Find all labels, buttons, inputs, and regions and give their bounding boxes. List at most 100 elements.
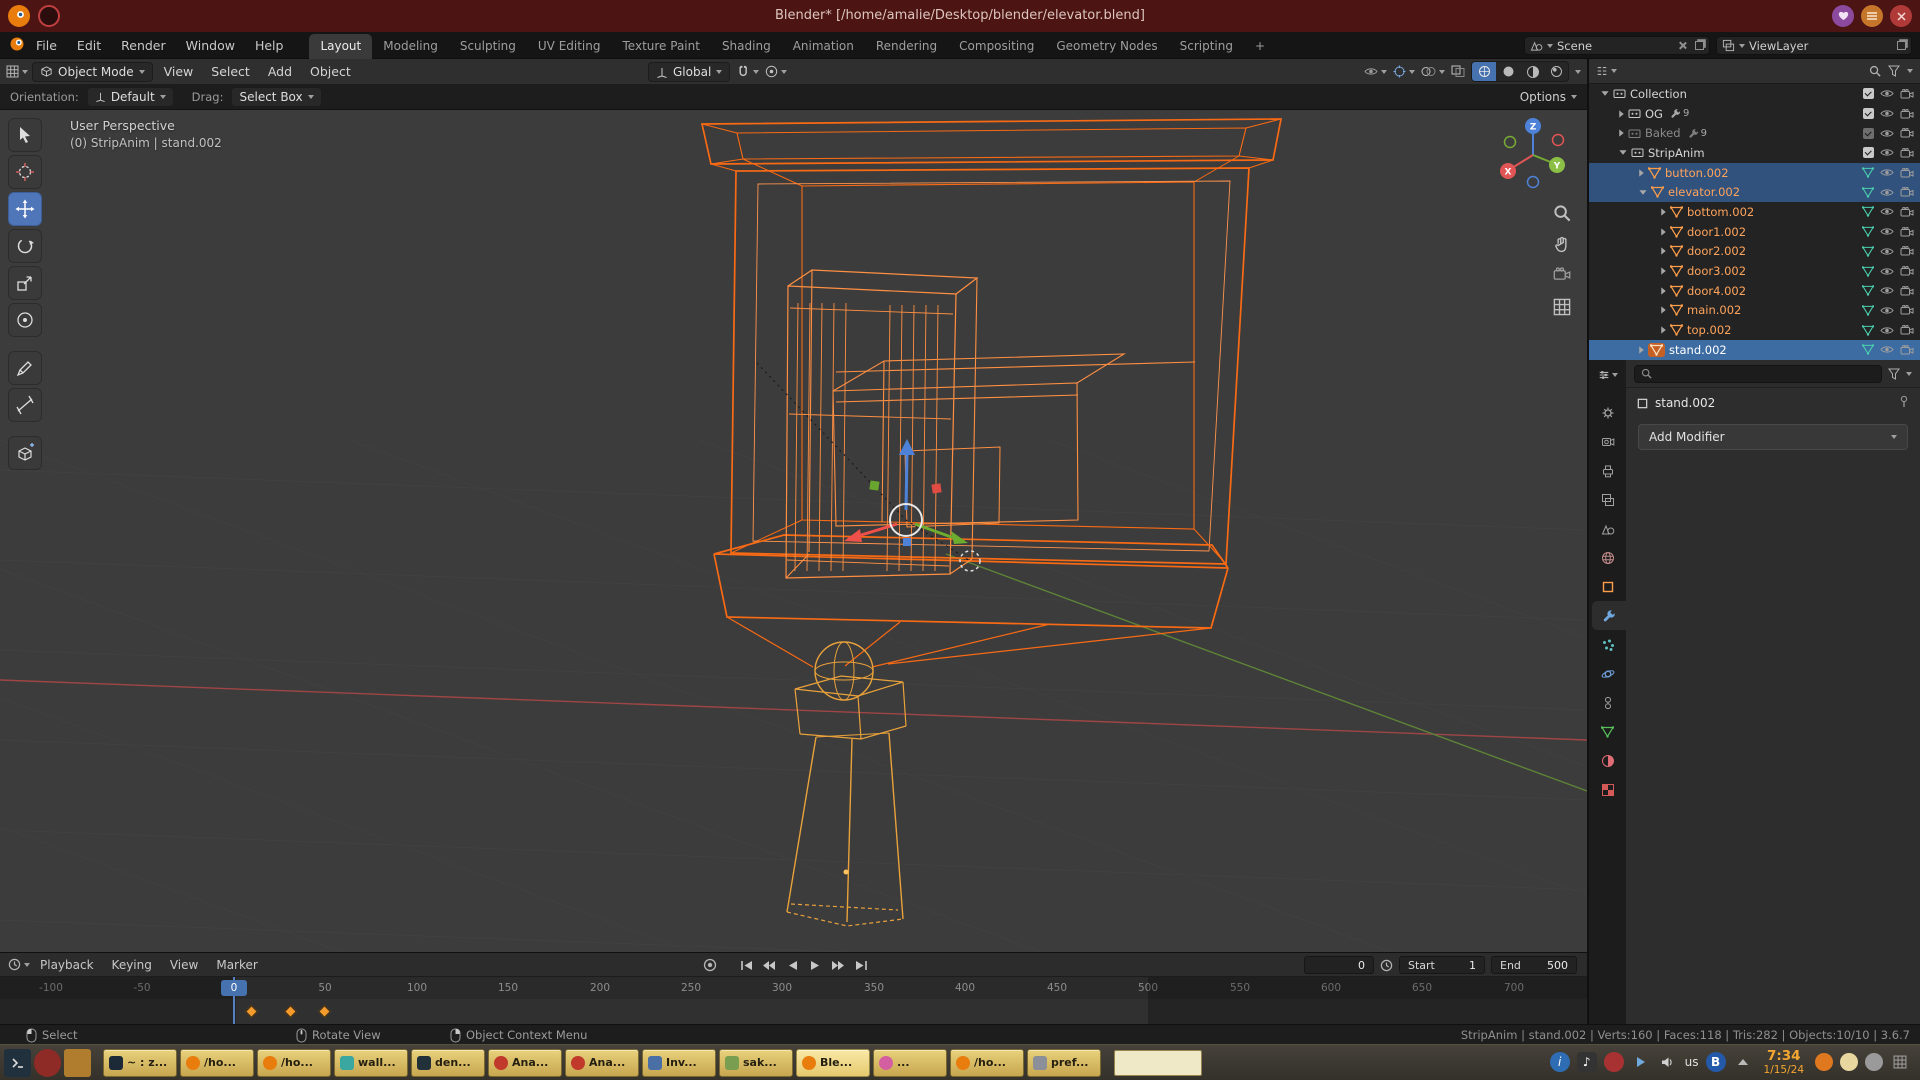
- transform-orientation-dropdown[interactable]: Global: [648, 62, 730, 82]
- chevron-down-icon[interactable]: [1906, 372, 1912, 376]
- shading-material-button[interactable]: [1520, 62, 1544, 81]
- window-titlebar[interactable]: Blender* [/home/amalie/Desktop/blender/e…: [0, 0, 1920, 32]
- filter-icon[interactable]: [1888, 368, 1900, 380]
- hide-eye-icon[interactable]: [1880, 267, 1894, 276]
- add-workspace-button[interactable]: +: [1244, 34, 1276, 59]
- menu-file[interactable]: File: [26, 38, 67, 53]
- hide-eye-icon[interactable]: [1880, 109, 1894, 118]
- menu-edit[interactable]: Edit: [67, 38, 111, 53]
- tab-render[interactable]: [1589, 427, 1626, 456]
- chevron-down-icon[interactable]: [1907, 69, 1913, 73]
- expand-icon[interactable]: [1639, 346, 1644, 353]
- taskbar-window-button[interactable]: ~ : z...: [103, 1049, 177, 1077]
- terminal-launcher-icon[interactable]: [4, 1049, 31, 1077]
- axis-y-neg-ball[interactable]: [1505, 137, 1516, 148]
- tab-animation[interactable]: Animation: [782, 34, 865, 59]
- measure-tool-button[interactable]: [8, 388, 42, 422]
- outliner-item-label[interactable]: top.002: [1687, 323, 1731, 337]
- volume-icon[interactable]: [1658, 1052, 1678, 1072]
- mode-dropdown[interactable]: Object Mode: [32, 62, 153, 82]
- disable-render-icon[interactable]: [1900, 128, 1914, 138]
- disable-render-icon[interactable]: [1900, 345, 1914, 355]
- exclude-checkbox[interactable]: [1863, 108, 1874, 119]
- expand-icon[interactable]: [1661, 248, 1666, 255]
- outliner-row-og[interactable]: OG 9: [1589, 104, 1920, 124]
- files-launcher-icon[interactable]: [64, 1049, 91, 1077]
- outliner-item-label[interactable]: bottom.002: [1687, 205, 1754, 219]
- outliner-row-door1002[interactable]: door1.002: [1589, 222, 1920, 242]
- tab-uv-editing[interactable]: UV Editing: [527, 34, 612, 59]
- hide-eye-icon[interactable]: [1880, 148, 1894, 157]
- scene-selector[interactable]: Scene: [1524, 36, 1710, 55]
- filter-icon[interactable]: [1888, 65, 1900, 77]
- record-tray-icon[interactable]: [1604, 1052, 1624, 1072]
- hide-eye-icon[interactable]: [1880, 227, 1894, 236]
- search-icon[interactable]: [1869, 65, 1881, 77]
- new-scene-icon[interactable]: [1695, 41, 1704, 50]
- select-tool-button[interactable]: [8, 118, 42, 152]
- axis-z-neg-ball[interactable]: [1528, 177, 1539, 188]
- tab-modifiers[interactable]: [1592, 601, 1626, 630]
- expand-icon[interactable]: [1661, 267, 1666, 274]
- menu-add[interactable]: Add: [261, 64, 299, 79]
- overlays-dropdown[interactable]: [1421, 66, 1445, 77]
- app-launcher-icon[interactable]: [34, 1049, 61, 1077]
- blender-menu-icon[interactable]: [9, 36, 26, 55]
- exclude-checkbox[interactable]: [1863, 147, 1874, 158]
- visibility-dropdown[interactable]: [1364, 67, 1387, 76]
- jump-to-end-button[interactable]: [851, 956, 871, 974]
- outliner-row-stripanim[interactable]: StripAnim: [1589, 143, 1920, 163]
- outliner-item-label[interactable]: elevator.002: [1668, 185, 1740, 199]
- pan-control[interactable]: [1551, 236, 1573, 254]
- end-frame-field[interactable]: End500: [1491, 956, 1577, 974]
- move-tool-button[interactable]: [8, 192, 42, 226]
- menu-marker[interactable]: Marker: [208, 958, 265, 972]
- collapse-icon[interactable]: [1601, 92, 1608, 97]
- options-dropdown[interactable]: Options: [1520, 90, 1577, 104]
- playhead-frame-badge[interactable]: 0: [221, 980, 247, 996]
- outliner-row-elevator002[interactable]: elevator.002: [1589, 182, 1920, 202]
- menu-playback[interactable]: Playback: [32, 958, 102, 972]
- shading-wireframe-button[interactable]: [1472, 62, 1496, 81]
- expand-icon[interactable]: [1639, 169, 1644, 176]
- gizmo-yz-plane[interactable]: [869, 480, 879, 490]
- gizmos-dropdown[interactable]: [1393, 65, 1415, 78]
- taskbar-blank-field[interactable]: [1114, 1050, 1202, 1076]
- unlink-scene-icon[interactable]: [1678, 41, 1687, 50]
- gizmo-xy-plane[interactable]: [903, 538, 911, 546]
- disable-render-icon[interactable]: [1900, 148, 1914, 158]
- tab-compositing[interactable]: Compositing: [948, 34, 1045, 59]
- xray-toggle[interactable]: [1451, 62, 1465, 81]
- hide-eye-icon[interactable]: [1880, 286, 1894, 295]
- pin-icon[interactable]: [1898, 395, 1910, 411]
- properties-search-input[interactable]: [1634, 365, 1882, 383]
- gizmo-xz-plane[interactable]: [931, 483, 941, 493]
- tab-tool[interactable]: [1589, 398, 1626, 427]
- disable-render-icon[interactable]: [1900, 305, 1914, 315]
- hide-eye-icon[interactable]: [1880, 345, 1894, 354]
- outliner-item-label[interactable]: OG: [1645, 107, 1663, 121]
- disable-render-icon[interactable]: [1900, 168, 1914, 178]
- auto-keying-button[interactable]: [700, 956, 720, 974]
- outliner-row-door4002[interactable]: door4.002: [1589, 281, 1920, 301]
- tab-view-layer[interactable]: [1589, 485, 1626, 514]
- notifier-cream-icon[interactable]: [1840, 1053, 1858, 1071]
- workspace-grid-icon[interactable]: [1890, 1052, 1910, 1072]
- taskbar-window-button[interactable]: Ana...: [488, 1049, 562, 1077]
- viewlayer-selector[interactable]: ViewLayer: [1716, 36, 1912, 55]
- cursor-tool-button[interactable]: [8, 155, 42, 189]
- current-frame-field[interactable]: 0: [1304, 956, 1374, 974]
- tab-object[interactable]: [1589, 572, 1626, 601]
- tab-scripting[interactable]: Scripting: [1169, 34, 1244, 59]
- outliner-row-collection[interactable]: Collection: [1589, 84, 1920, 104]
- shading-solid-button[interactable]: [1496, 62, 1520, 81]
- tab-modeling[interactable]: Modeling: [372, 34, 449, 59]
- hide-eye-icon[interactable]: [1880, 306, 1894, 315]
- window-menu-button[interactable]: [1861, 5, 1883, 27]
- expand-icon[interactable]: [1661, 287, 1666, 294]
- rotate-tool-button[interactable]: [8, 229, 42, 263]
- disable-render-icon[interactable]: [1900, 266, 1914, 276]
- disable-render-icon[interactable]: [1900, 109, 1914, 119]
- outliner-item-label[interactable]: door3.002: [1687, 264, 1746, 278]
- collapse-icon[interactable]: [1639, 190, 1646, 195]
